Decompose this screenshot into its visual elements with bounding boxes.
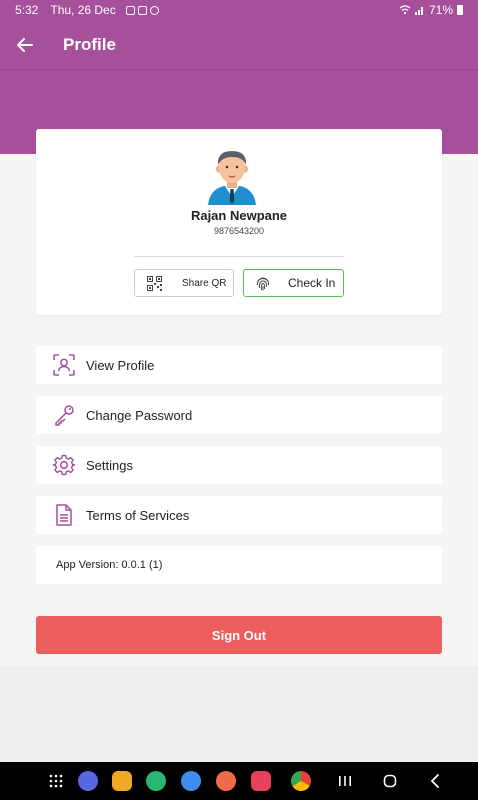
menu-item-change-password[interactable]: Change Password xyxy=(36,396,442,434)
key-icon xyxy=(53,404,75,426)
document-icon xyxy=(53,504,75,526)
files-app-icon[interactable] xyxy=(112,771,132,791)
menu-label-view-profile: View Profile xyxy=(86,357,155,373)
back-button[interactable] xyxy=(3,23,47,67)
user-scan-icon xyxy=(53,354,75,376)
battery-percent: 71% xyxy=(428,3,453,17)
card-divider xyxy=(134,256,344,257)
qr-code-icon xyxy=(147,275,162,291)
sign-out-button[interactable]: Sign Out xyxy=(36,616,442,654)
messages-app-icon[interactable] xyxy=(181,771,201,791)
status-bar: 5:32 Thu, 26 Dec 71% xyxy=(0,0,478,20)
camera-app-icon[interactable] xyxy=(251,771,271,791)
internet-app-icon[interactable] xyxy=(78,771,98,791)
app-version-box: App Version: 0.0.1 (1) xyxy=(36,546,442,584)
menu-label-change-password: Change Password xyxy=(86,407,193,423)
user-name: Rajan Newpane xyxy=(190,208,288,223)
lower-background xyxy=(0,666,478,762)
app-notification-icon xyxy=(149,5,159,15)
youtube-notification-icon xyxy=(137,5,147,15)
app-bar: Profile xyxy=(0,20,478,70)
menu-label-settings: Settings xyxy=(86,457,133,473)
app-drawer-icon[interactable] xyxy=(46,771,66,791)
page-title: Profile xyxy=(63,34,116,54)
status-date: Thu, 26 Dec xyxy=(50,3,116,17)
battery-icon xyxy=(457,5,463,15)
app-version-text: App Version: 0.0.1 (1) xyxy=(56,559,163,571)
status-left: 5:32 Thu, 26 Dec xyxy=(15,3,159,17)
check-in-label: Check In xyxy=(288,276,336,290)
notification-icons xyxy=(125,5,159,15)
profile-card: Rajan Newpane 9876543200 Share QR Check … xyxy=(36,129,442,315)
recents-icon[interactable] xyxy=(335,771,355,791)
signal-icon xyxy=(414,7,423,15)
share-qr-label: Share QR xyxy=(182,277,227,289)
status-right: 71% xyxy=(399,3,463,17)
user-phone: 9876543200 xyxy=(213,226,265,236)
menu-item-view-profile[interactable]: View Profile xyxy=(36,346,442,384)
nav-back-icon[interactable] xyxy=(425,771,445,791)
phone-app-icon[interactable] xyxy=(146,771,166,791)
wifi-icon xyxy=(399,5,411,15)
chrome-app-icon[interactable] xyxy=(291,771,311,791)
arrow-left-icon xyxy=(17,37,33,52)
contacts-app-icon[interactable] xyxy=(216,771,236,791)
menu-item-settings[interactable]: Settings xyxy=(36,446,442,484)
check-in-button[interactable]: Check In xyxy=(243,269,344,297)
system-nav-bar xyxy=(0,762,478,800)
gallery-notification-icon xyxy=(125,5,135,15)
share-qr-button[interactable]: Share QR xyxy=(134,269,234,297)
menu-item-terms-of-services[interactable]: Terms of Services xyxy=(36,496,442,534)
menu-label-terms-of-services: Terms of Services xyxy=(86,507,190,523)
fingerprint-icon xyxy=(256,277,270,291)
home-icon[interactable] xyxy=(380,771,400,791)
status-time: 5:32 xyxy=(15,3,39,17)
gear-icon xyxy=(53,454,75,476)
avatar xyxy=(208,151,256,205)
